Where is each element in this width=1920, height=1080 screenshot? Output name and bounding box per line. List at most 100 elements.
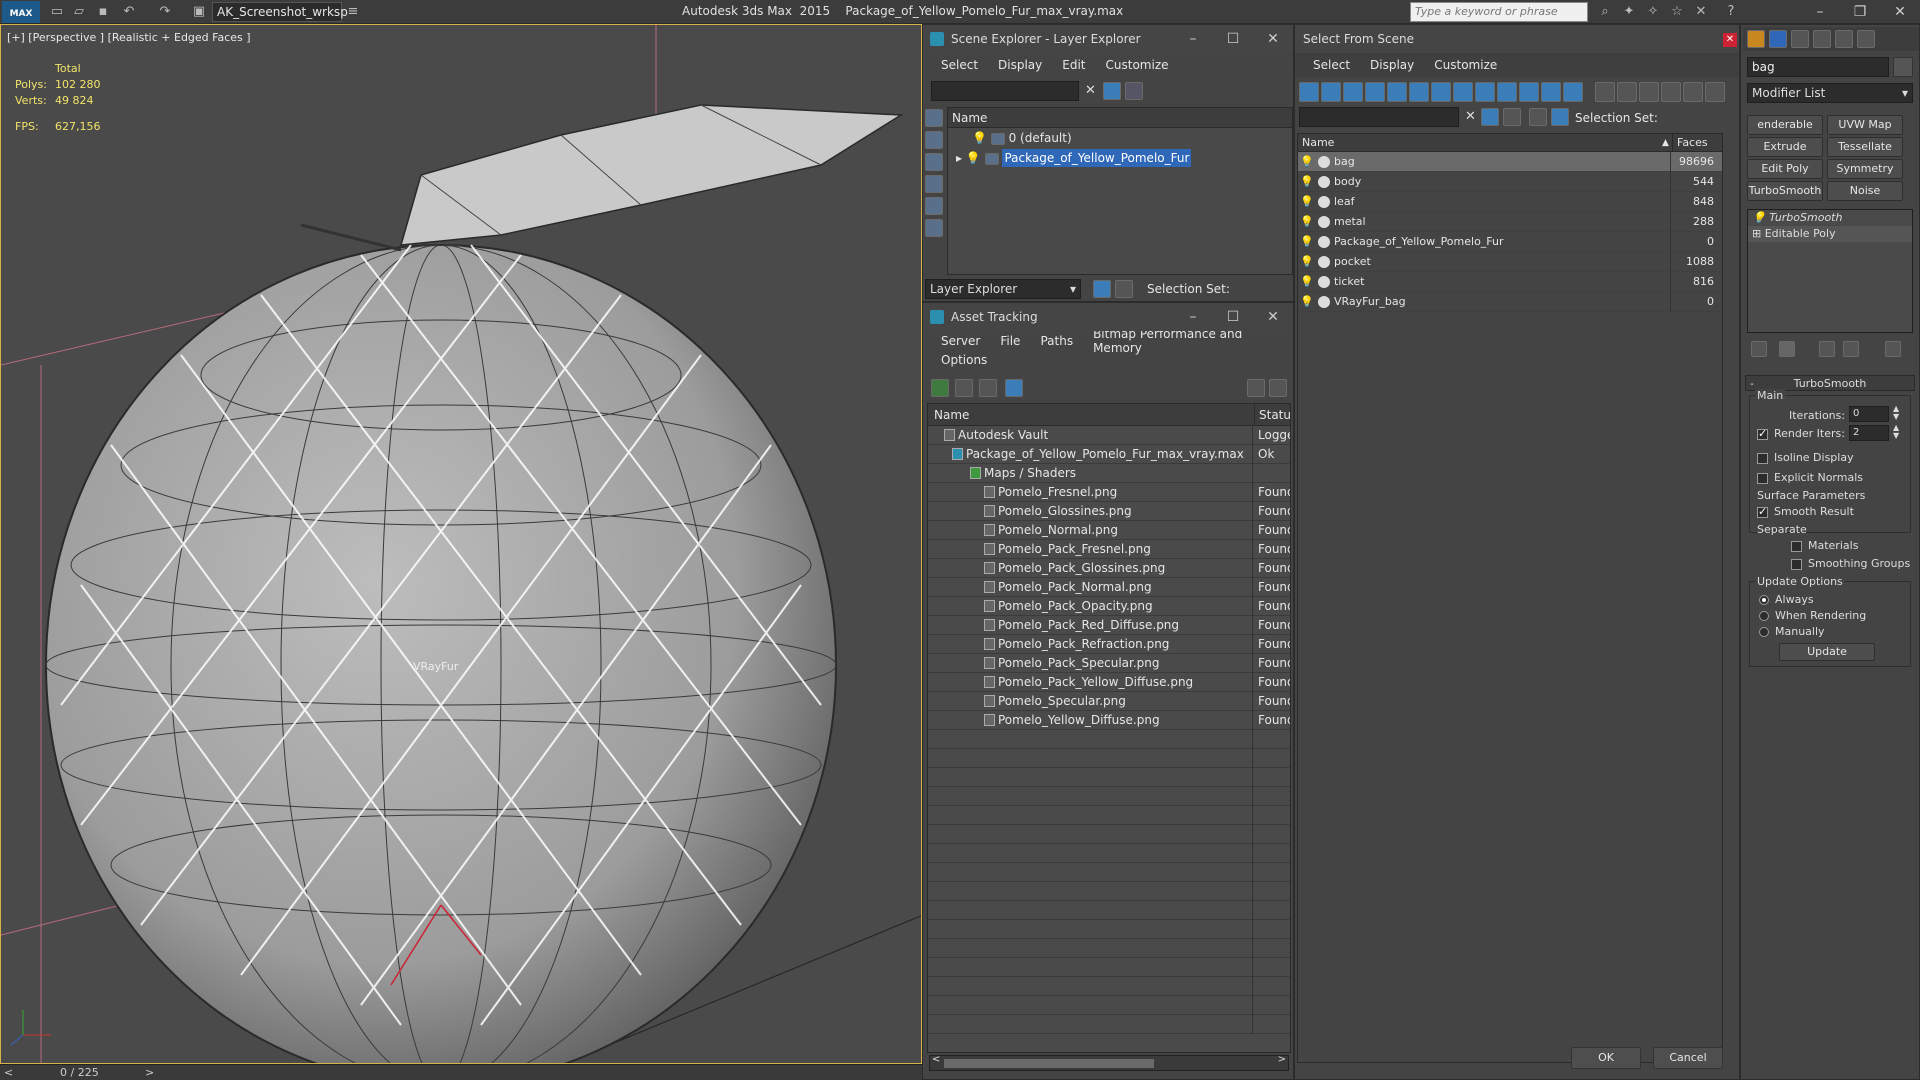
display-shapes-icon[interactable] (925, 175, 943, 193)
noise-button[interactable]: Noise (1827, 181, 1903, 201)
turbosmooth-button[interactable]: TurboSmooth (1747, 181, 1823, 201)
asset-row[interactable]: Pomelo_Yellow_Diffuse.png Found (928, 711, 1290, 730)
clear-search-icon[interactable]: ✕ (1085, 83, 1096, 98)
light-bulb-icon[interactable]: 💡 (1300, 252, 1314, 272)
object-row[interactable]: 💡 Package_of_Yellow_Pomelo_Fur 0 (1298, 232, 1722, 252)
name-column-header[interactable]: Name (1302, 134, 1334, 152)
update-button[interactable]: Update (1779, 643, 1875, 661)
viewport-label[interactable]: [+] [Perspective ] [Realistic + Edged Fa… (7, 31, 251, 44)
minimize-icon[interactable]: – (1173, 25, 1213, 53)
motion-tab-icon[interactable] (1813, 30, 1831, 48)
edit-poly-button[interactable]: Edit Poly (1747, 159, 1823, 179)
make-unique-icon[interactable] (1819, 341, 1835, 357)
close-icon[interactable]: ✕ (1253, 25, 1293, 53)
scroll-right-icon[interactable]: > (1278, 1054, 1286, 1065)
asset-row[interactable] (928, 806, 1290, 825)
perspective-viewport[interactable]: VRayFur [+] [Perspective ] [Realistic + … (0, 24, 922, 1064)
communication-icon[interactable]: ✧ (1644, 3, 1662, 21)
select-none-icon[interactable] (1617, 82, 1637, 102)
menu-customize[interactable]: Customize (1096, 58, 1179, 72)
display-cameras-icon[interactable] (925, 219, 943, 237)
minimize-icon[interactable]: – (1800, 2, 1840, 22)
maximize-icon[interactable]: ❐ (1840, 2, 1880, 22)
asset-row[interactable] (928, 996, 1290, 1015)
display-cameras-icon[interactable] (1387, 82, 1407, 102)
smoothing-groups-checkbox[interactable] (1791, 558, 1802, 570)
display-geometry-icon[interactable] (1321, 82, 1341, 102)
scroll-thumb[interactable] (944, 1059, 1154, 1068)
display-spacewarps-icon[interactable] (1431, 82, 1451, 102)
asset-row[interactable]: Pomelo_Normal.png Found (928, 521, 1290, 540)
tessellate-button[interactable]: Tessellate (1827, 137, 1903, 157)
settings-icon[interactable] (1269, 379, 1287, 397)
status-column-header[interactable]: Status (1254, 404, 1290, 426)
modifier-list-dropdown[interactable]: Modifier List ▾ (1747, 83, 1913, 103)
show-end-result-icon[interactable] (1779, 341, 1795, 357)
project-folder-icon[interactable]: ▣ (190, 3, 208, 21)
undo-icon[interactable]: ↶ (120, 3, 138, 21)
layer-tools-icon[interactable] (1125, 82, 1143, 100)
configure-sets-icon[interactable] (1885, 341, 1901, 357)
asset-row[interactable] (928, 882, 1290, 901)
display-shapes-icon[interactable] (1343, 82, 1363, 102)
light-bulb-icon[interactable]: 💡 (1300, 232, 1314, 252)
menu-options[interactable]: Options (931, 353, 997, 367)
scroll-left-icon[interactable]: < (932, 1054, 940, 1065)
iterations-spinner-arrows-icon[interactable]: ▲ ▼ (1893, 405, 1899, 421)
maximize-icon[interactable]: ☐ (1213, 303, 1253, 331)
display-groups-icon[interactable] (1453, 82, 1473, 102)
asset-tracking-titlebar[interactable]: Asset Tracking – ☐ ✕ (923, 303, 1293, 331)
object-row[interactable]: 💡 body 544 (1298, 172, 1722, 192)
stack-item[interactable]: ⊞ Editable Poly (1748, 226, 1912, 242)
hierarchy-tab-icon[interactable] (1791, 30, 1809, 48)
render-iters-checkbox[interactable] (1757, 427, 1768, 440)
explicit-normals-checkbox[interactable] (1757, 472, 1768, 484)
render-iters-spinner-arrows-icon[interactable]: ▲ ▼ (1893, 424, 1899, 440)
renderable-spline-button[interactable]: enderable Spli (1747, 115, 1823, 149)
asset-row[interactable] (928, 863, 1290, 882)
selection-set-icon[interactable] (1551, 108, 1569, 126)
filter-options-icon[interactable] (1661, 82, 1681, 102)
asset-row[interactable]: Pomelo_Specular.png Found (928, 692, 1290, 711)
help-icon[interactable] (1247, 379, 1265, 397)
object-row[interactable]: 💡 ticket 816 (1298, 272, 1722, 292)
select-all-icon[interactable] (1595, 82, 1615, 102)
object-search-input[interactable] (1299, 107, 1459, 127)
app-logo[interactable]: MAX (2, 1, 40, 23)
light-bulb-icon[interactable]: 💡 (1300, 152, 1314, 172)
filter-icon[interactable] (1103, 82, 1121, 100)
maximize-icon[interactable]: ☐ (1213, 25, 1253, 53)
light-bulb-icon[interactable]: 💡 (1752, 211, 1766, 224)
menu-edit[interactable]: Edit (1052, 58, 1095, 72)
display-all-icon[interactable] (925, 131, 943, 149)
sort-by-hierarchy-icon[interactable] (1115, 280, 1133, 298)
render-iters-option[interactable]: Render Iters: (1757, 427, 1845, 440)
help-icon[interactable]: ? (1722, 3, 1740, 21)
thumbnail-view-icon[interactable] (979, 379, 997, 397)
isoline-display-option[interactable]: Isoline Display (1757, 451, 1854, 464)
light-bulb-icon[interactable]: 💡 (1300, 272, 1314, 292)
close-icon[interactable]: ✕ (1723, 33, 1737, 47)
next-frame-icon[interactable]: > (145, 1066, 154, 1079)
hierarchy-icon[interactable] (1503, 108, 1521, 126)
cancel-button[interactable]: Cancel (1653, 1047, 1723, 1069)
display-tab-icon[interactable] (1835, 30, 1853, 48)
menu-display[interactable]: Display (1360, 58, 1424, 72)
uvw-map-button[interactable]: UVW Map (1827, 115, 1903, 135)
filter-icon[interactable] (1481, 108, 1499, 126)
layer-row[interactable]: 💡 0 (default) (948, 128, 1292, 148)
smooth-result-option[interactable]: Smooth Result (1757, 505, 1854, 518)
name-column-header[interactable]: Name (934, 404, 969, 426)
asset-row[interactable] (928, 825, 1290, 844)
display-bones-icon[interactable] (1497, 82, 1517, 102)
explorer-type-dropdown[interactable]: Layer Explorer ▾ (925, 279, 1081, 299)
asset-row[interactable] (928, 901, 1290, 920)
asset-horizontal-scrollbar[interactable]: < > (929, 1054, 1289, 1071)
always-radio[interactable] (1759, 595, 1769, 605)
close-icon[interactable]: ✕ (1253, 303, 1293, 331)
menu-select[interactable]: Select (931, 58, 988, 72)
menu-bitmap-performance[interactable]: Bitmap Performance and Memory (1083, 327, 1293, 355)
menu-select[interactable]: Select (1303, 58, 1360, 72)
asset-row[interactable]: Pomelo_Pack_Fresnel.png Found (928, 540, 1290, 559)
ok-button[interactable]: OK (1571, 1047, 1641, 1069)
